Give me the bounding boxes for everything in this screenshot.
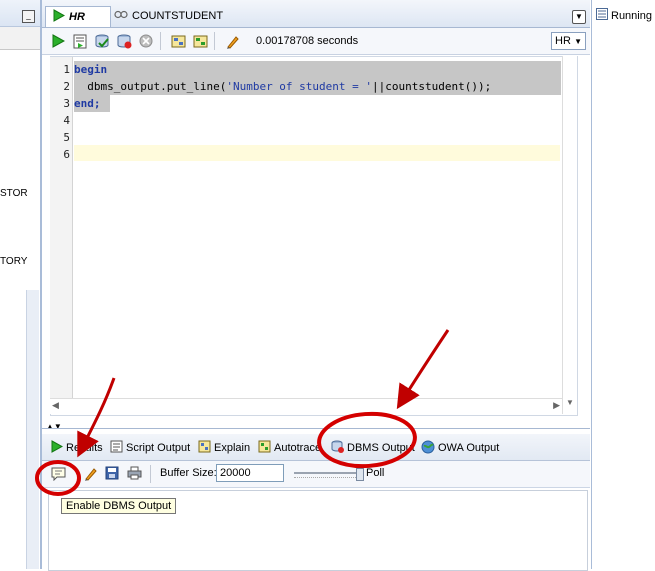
- annotation-circle: [35, 460, 81, 496]
- annotation-overlay: [35, 329, 450, 496]
- annotation-circle: [317, 411, 417, 469]
- annotation-arrow: [77, 377, 116, 458]
- annotation-arrow: [396, 329, 450, 410]
